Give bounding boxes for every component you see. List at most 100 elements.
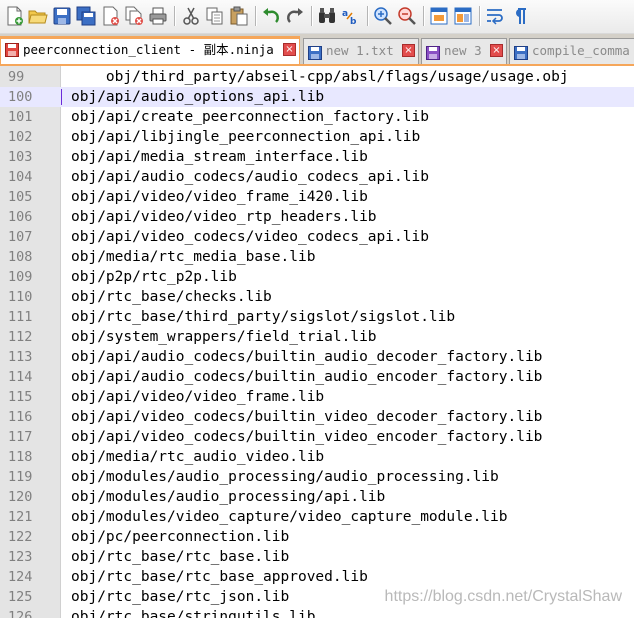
tab-close-icon[interactable]: × xyxy=(402,44,415,57)
cut-icon[interactable] xyxy=(180,5,202,27)
code-text[interactable]: obj/rtc_base/checks.lib xyxy=(71,287,272,307)
code-text[interactable]: obj/rtc_base/rtc_base.lib xyxy=(71,547,289,567)
code-line[interactable]: 114 obj/api/audio_codecs/builtin_audio_en… xyxy=(0,367,634,387)
open-file-icon[interactable] xyxy=(27,5,49,27)
code-line[interactable]: 99 obj/third_party/abseil-cpp/absl/flags… xyxy=(0,67,634,87)
code-text[interactable]: obj/api/libjingle_peerconnection_api.lib xyxy=(71,127,420,147)
line-number: 101 xyxy=(8,109,33,125)
code-text[interactable]: obj/api/video/video_frame_i420.lib xyxy=(71,187,368,207)
code-line[interactable]: 118 obj/media/rtc_audio_video.lib xyxy=(0,447,634,467)
code-line[interactable]: 104 obj/api/audio_codecs/audio_codecs_api… xyxy=(0,167,634,187)
code-line[interactable]: 111 obj/rtc_base/third_party/sigslot/sigs… xyxy=(0,307,634,327)
save-all-icon[interactable] xyxy=(75,5,97,27)
code-text[interactable]: obj/api/media_stream_interface.lib xyxy=(71,147,368,167)
code-line[interactable]: 109 obj/p2p/rtc_p2p.lib xyxy=(0,267,634,287)
code-line[interactable]: 116 obj/api/video_codecs/builtin_video_de… xyxy=(0,407,634,427)
find-icon[interactable] xyxy=(316,5,338,27)
code-line[interactable]: 113 obj/api/audio_codecs/builtin_audio_de… xyxy=(0,347,634,367)
code-line[interactable]: 117 obj/api/video_codecs/builtin_video_en… xyxy=(0,427,634,447)
code-lines: 99 obj/third_party/abseil-cpp/absl/flags… xyxy=(0,67,634,618)
sync-vertical-icon[interactable] xyxy=(428,5,450,27)
line-number: 103 xyxy=(8,149,33,165)
code-line[interactable]: 102 obj/api/libjingle_peerconnection_api.… xyxy=(0,127,634,147)
code-text[interactable]: obj/media/rtc_media_base.lib xyxy=(71,247,315,267)
code-line[interactable]: 124 obj/rtc_base/rtc_base_approved.lib xyxy=(0,567,634,587)
code-text[interactable]: obj/system_wrappers/field_trial.lib xyxy=(71,327,377,347)
code-line[interactable]: 101 obj/api/create_peerconnection_factory… xyxy=(0,107,634,127)
code-text[interactable]: obj/api/video_codecs/builtin_video_decod… xyxy=(71,407,542,427)
code-text[interactable]: obj/api/video_codecs/video_codecs_api.li… xyxy=(71,227,429,247)
code-line[interactable]: 105 obj/api/video/video_frame_i420.lib xyxy=(0,187,634,207)
paste-icon[interactable] xyxy=(228,5,250,27)
code-text[interactable]: obj/api/audio_codecs/builtin_audio_encod… xyxy=(71,367,542,387)
line-number: 113 xyxy=(8,349,33,365)
zoom-in-icon[interactable] xyxy=(372,5,394,27)
new-file-icon[interactable] xyxy=(3,5,25,27)
code-text[interactable]: obj/rtc_base/third_party/sigslot/sigslot… xyxy=(71,307,455,327)
line-number: 110 xyxy=(8,289,33,305)
line-number: 109 xyxy=(8,269,33,285)
code-line[interactable]: 123 obj/rtc_base/rtc_base.lib xyxy=(0,547,634,567)
code-text[interactable]: obj/api/video/video_rtp_headers.lib xyxy=(71,207,377,227)
code-text[interactable]: obj/third_party/abseil-cpp/absl/flags/us… xyxy=(71,67,569,87)
code-line[interactable]: 107 obj/api/video_codecs/video_codecs_api… xyxy=(0,227,634,247)
code-text[interactable]: obj/api/video_codecs/builtin_video_encod… xyxy=(71,427,542,447)
code-line[interactable]: 119 obj/modules/audio_processing/audio_pr… xyxy=(0,467,634,487)
word-wrap-icon[interactable] xyxy=(484,5,506,27)
code-line[interactable]: 115 obj/api/video/video_frame.lib xyxy=(0,387,634,407)
replace-icon[interactable]: ab xyxy=(340,5,362,27)
code-text[interactable]: obj/api/audio_codecs/audio_codecs_api.li… xyxy=(71,167,429,187)
code-text[interactable]: obj/media/rtc_audio_video.lib xyxy=(71,447,324,467)
code-text[interactable]: obj/rtc_base/rtc_base_approved.lib xyxy=(71,567,368,587)
redo-icon[interactable] xyxy=(284,5,306,27)
line-number: 123 xyxy=(8,549,33,565)
close-all-icon[interactable] xyxy=(123,5,145,27)
code-text[interactable]: obj/api/audio_codecs/builtin_audio_decod… xyxy=(71,347,542,367)
code-line[interactable]: 100 obj/api/audio_options_api.lib xyxy=(0,87,634,107)
code-line[interactable]: 126 obj/rtc_base/stringutils.lib xyxy=(0,607,634,618)
code-line[interactable]: 121 obj/modules/video_capture/video_captu… xyxy=(0,507,634,527)
code-text[interactable]: obj/modules/audio_processing/audio_proce… xyxy=(71,467,499,487)
show-all-characters-icon[interactable] xyxy=(508,5,530,27)
close-file-icon[interactable] xyxy=(99,5,121,27)
code-text[interactable]: obj/rtc_base/stringutils.lib xyxy=(71,607,315,618)
file-modified-icon xyxy=(5,42,19,57)
code-line[interactable]: 112 obj/system_wrappers/field_trial.lib xyxy=(0,327,634,347)
print-icon[interactable] xyxy=(147,5,169,27)
tab-close-icon[interactable]: × xyxy=(283,43,296,56)
code-line[interactable]: 122 obj/pc/peerconnection.lib xyxy=(0,527,634,547)
line-number: 119 xyxy=(8,469,33,485)
code-text[interactable]: obj/api/audio_options_api.lib xyxy=(71,87,324,107)
undo-icon[interactable] xyxy=(260,5,282,27)
file-unsaved-icon xyxy=(426,44,440,60)
editor-area[interactable]: 99 obj/third_party/abseil-cpp/absl/flags… xyxy=(0,66,634,618)
code-line[interactable]: 106 obj/api/video/video_rtp_headers.lib xyxy=(0,207,634,227)
save-icon[interactable] xyxy=(51,5,73,27)
code-text[interactable]: obj/p2p/rtc_p2p.lib xyxy=(71,267,237,287)
line-number: 116 xyxy=(8,409,33,425)
watermark: https://blog.csdn.net/CrystalShaw xyxy=(384,588,622,605)
line-number: 102 xyxy=(8,129,33,145)
zoom-out-icon[interactable] xyxy=(396,5,418,27)
line-number: 107 xyxy=(8,229,33,245)
code-text[interactable]: obj/modules/audio_processing/api.lib xyxy=(71,487,385,507)
tab-compile-commands[interactable]: compile_comma xyxy=(509,38,634,64)
code-line[interactable]: 120 obj/modules/audio_processing/api.lib xyxy=(0,487,634,507)
tab-close-icon[interactable]: × xyxy=(490,44,503,57)
code-line[interactable]: 110 obj/rtc_base/checks.lib xyxy=(0,287,634,307)
copy-icon[interactable] xyxy=(204,5,226,27)
tab-bar: peerconnection_client - 副本.ninja × new 1… xyxy=(0,34,634,66)
tab-new-1[interactable]: new 1.txt × xyxy=(303,38,419,64)
tab-peerconnection-client[interactable]: peerconnection_client - 副本.ninja × xyxy=(0,36,300,64)
code-text[interactable]: obj/pc/peerconnection.lib xyxy=(71,527,289,547)
line-number: 122 xyxy=(8,529,33,545)
line-number: 105 xyxy=(8,189,33,205)
code-text[interactable]: obj/rtc_base/rtc_json.lib xyxy=(71,587,289,607)
code-text[interactable]: obj/modules/video_capture/video_capture_… xyxy=(71,507,508,527)
code-text[interactable]: obj/api/create_peerconnection_factory.li… xyxy=(71,107,429,127)
code-line[interactable]: 103 obj/api/media_stream_interface.lib xyxy=(0,147,634,167)
tab-new-3[interactable]: new 3 × xyxy=(421,38,507,64)
sync-horizontal-icon[interactable] xyxy=(452,5,474,27)
code-line[interactable]: 108 obj/media/rtc_media_base.lib xyxy=(0,247,634,267)
code-text[interactable]: obj/api/video/video_frame.lib xyxy=(71,387,324,407)
